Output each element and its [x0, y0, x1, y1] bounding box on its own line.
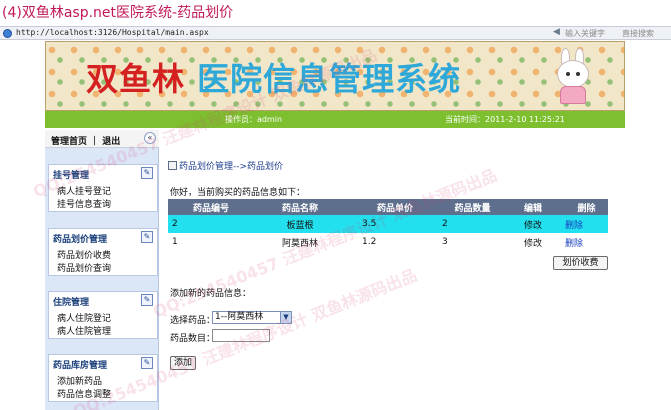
header-banner: 双鱼林 医院信息管理系统: [45, 41, 625, 111]
delete-link[interactable]: 删除: [565, 221, 583, 231]
operator-info: 操作员：admin: [225, 115, 283, 124]
drug-name-cell: 阿莫西林: [250, 233, 350, 251]
main-content: 药品划价管理-->药品划价 你好，当前购买的药品信息如下： 药品编号 药品名称 …: [160, 130, 625, 410]
edit-icon: ✎: [141, 294, 153, 306]
sidebar-item-manage-inpatient[interactable]: 病人住院管理: [57, 324, 111, 337]
drug-id-cell: 1: [168, 233, 250, 251]
drug-name-cell: 板蓝根: [250, 215, 350, 233]
bill-button[interactable]: 划价收费: [553, 256, 608, 270]
edit-icon: ✎: [141, 357, 153, 369]
sidebar-home-logout[interactable]: 管理首页 ｜ 退出: [51, 134, 120, 147]
column-header: 编辑: [503, 199, 563, 215]
search-box[interactable]: 输入关键字: [565, 28, 605, 39]
edit-icon: ✎: [141, 167, 153, 179]
drug-qty-label: 药品数目：: [170, 334, 216, 344]
sidebar-item-adjust-drug[interactable]: 药品信息调整: [57, 387, 111, 400]
breadcrumb-text[interactable]: 药品划价管理-->药品划价: [179, 162, 283, 172]
table-row[interactable]: 2 板蓝根 3.5 2 修改 删除: [168, 215, 608, 233]
sidebar-group-title[interactable]: 挂号管理: [53, 168, 89, 181]
browser-address-bar: http://localhost:3126/Hospital/main.aspx…: [0, 26, 671, 40]
column-header: 删除: [563, 199, 608, 215]
system-title-part1: 双鱼林: [86, 60, 186, 98]
drug-id-cell: 2: [168, 215, 250, 233]
drug-price-cell: 3.5: [350, 215, 428, 233]
table-header-row: 药品编号 药品名称 药品单价 药品数量 编辑 删除: [168, 199, 608, 215]
sidebar-header: 管理首页 ｜ 退出 «: [45, 130, 159, 148]
sidebar-group-title[interactable]: 药品库房管理: [53, 358, 107, 371]
sidebar-group-registration: 挂号管理 ✎ 病人挂号登记 挂号信息查询: [48, 164, 158, 212]
sidebar-item-drug-billing[interactable]: 药品划价收费: [57, 248, 111, 261]
system-title: 双鱼林 医院信息管理系统: [86, 54, 461, 100]
edit-link[interactable]: 修改: [503, 215, 563, 233]
breadcrumb: 药品划价管理-->药品划价: [168, 159, 283, 172]
sidebar-item-add-drug[interactable]: 添加新药品: [57, 374, 102, 387]
drug-select[interactable]: 1--阿莫西林 ▼: [212, 311, 292, 324]
chevron-down-icon[interactable]: ▼: [280, 312, 291, 323]
sidebar-group-title[interactable]: 药品划价管理: [53, 232, 107, 245]
column-header: 药品名称: [250, 199, 350, 215]
greeting-text: 你好，当前购买的药品信息如下：: [170, 188, 306, 198]
sidebar-item-register-patient[interactable]: 病人挂号登记: [57, 184, 111, 197]
add-button[interactable]: 添加: [170, 356, 196, 370]
sidebar-item-query-registration[interactable]: 挂号信息查询: [57, 197, 111, 210]
bunny-mascot-icon: [551, 48, 595, 106]
sidebar-group-pharmacy: 药品库房管理 ✎ 添加新药品 药品信息调整: [48, 354, 158, 402]
add-drug-title: 添加新的药品信息：: [170, 289, 252, 299]
table-row[interactable]: 1 阿莫西林 1.2 3 修改 删除: [168, 233, 608, 251]
edit-icon: [168, 161, 177, 170]
back-arrow-icon[interactable]: ◀: [553, 27, 560, 37]
drug-qty-input[interactable]: [212, 329, 270, 342]
current-time: 当前时间：2011-2-10 11:25:21: [445, 115, 565, 124]
sidebar-item-drug-pricing-query[interactable]: 药品划价查询: [57, 261, 111, 274]
drug-qty-cell: 2: [428, 215, 503, 233]
sidebar-item-admit-patient[interactable]: 病人住院登记: [57, 311, 111, 324]
sidebar: 管理首页 ｜ 退出 « 挂号管理 ✎ 病人挂号登记 挂号信息查询 药品划价管理 …: [45, 130, 159, 410]
collapse-icon[interactable]: «: [144, 132, 156, 144]
address-url[interactable]: http://localhost:3126/Hospital/main.aspx: [16, 28, 209, 37]
drug-select-value: 1--阿莫西林: [215, 312, 264, 322]
system-title-part2: 医院信息管理系统: [197, 60, 462, 98]
page-caption: (4)双鱼林asp.net医院系统-药品划价: [2, 5, 234, 21]
select-drug-label: 选择药品：: [170, 316, 216, 326]
sidebar-group-inpatient: 住院管理 ✎ 病人住院登记 病人住院管理: [48, 291, 158, 339]
search-go-button[interactable]: 直接搜索: [622, 28, 654, 39]
sidebar-group-drug-pricing: 药品划价管理 ✎ 药品划价收费 药品划价查询: [48, 228, 158, 276]
sidebar-group-title[interactable]: 住院管理: [53, 295, 89, 308]
column-header: 药品编号: [168, 199, 250, 215]
drug-price-cell: 1.2: [350, 233, 428, 251]
drug-qty-cell: 3: [428, 233, 503, 251]
edit-icon: ✎: [141, 231, 153, 243]
globe-icon: [3, 29, 12, 38]
column-header: 药品单价: [350, 199, 428, 215]
edit-link[interactable]: 修改: [503, 233, 563, 251]
column-header: 药品数量: [428, 199, 503, 215]
drug-table: 药品编号 药品名称 药品单价 药品数量 编辑 删除 2 板蓝根 3.5 2 修改…: [168, 199, 608, 251]
info-bar: 操作员：admin 当前时间：2011-2-10 11:25:21: [45, 111, 625, 128]
delete-link[interactable]: 删除: [565, 239, 583, 249]
